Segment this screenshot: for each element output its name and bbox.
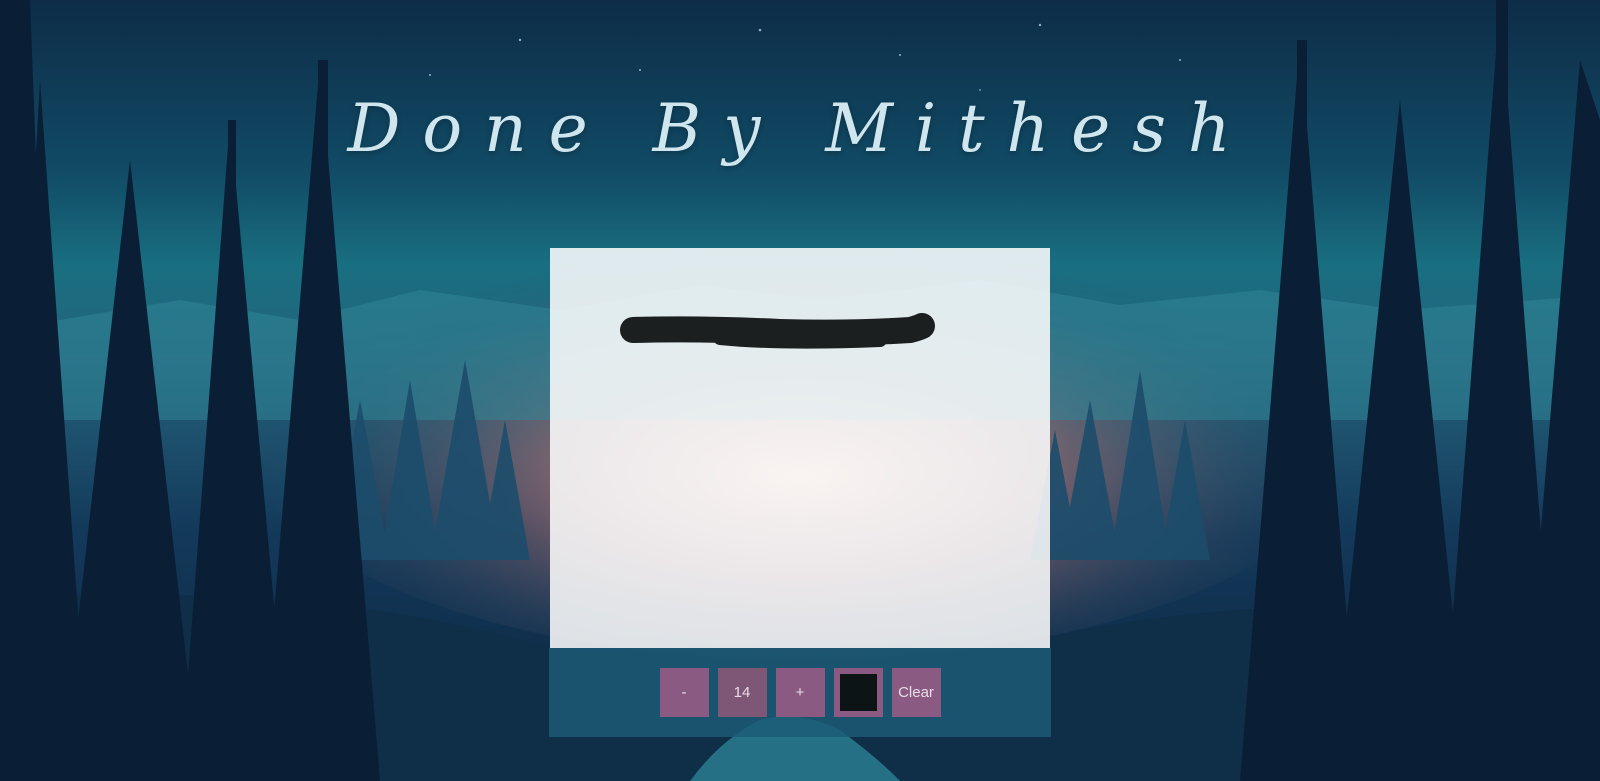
increase-size-button[interactable]: + [775,668,825,717]
drawn-stroke [620,313,935,349]
color-picker[interactable] [833,668,883,717]
color-swatch [839,674,877,711]
drawing-canvas[interactable] [550,248,1050,648]
decrease-size-button[interactable]: - [659,668,709,717]
page-title: Done By Mithesh [347,90,1253,167]
brush-size-value: 14 [717,668,767,717]
clear-button[interactable]: Clear [891,668,941,717]
page-background: Done By Mithesh - 14 + Clear [0,0,1600,781]
toolbox: - 14 + Clear [549,648,1051,737]
